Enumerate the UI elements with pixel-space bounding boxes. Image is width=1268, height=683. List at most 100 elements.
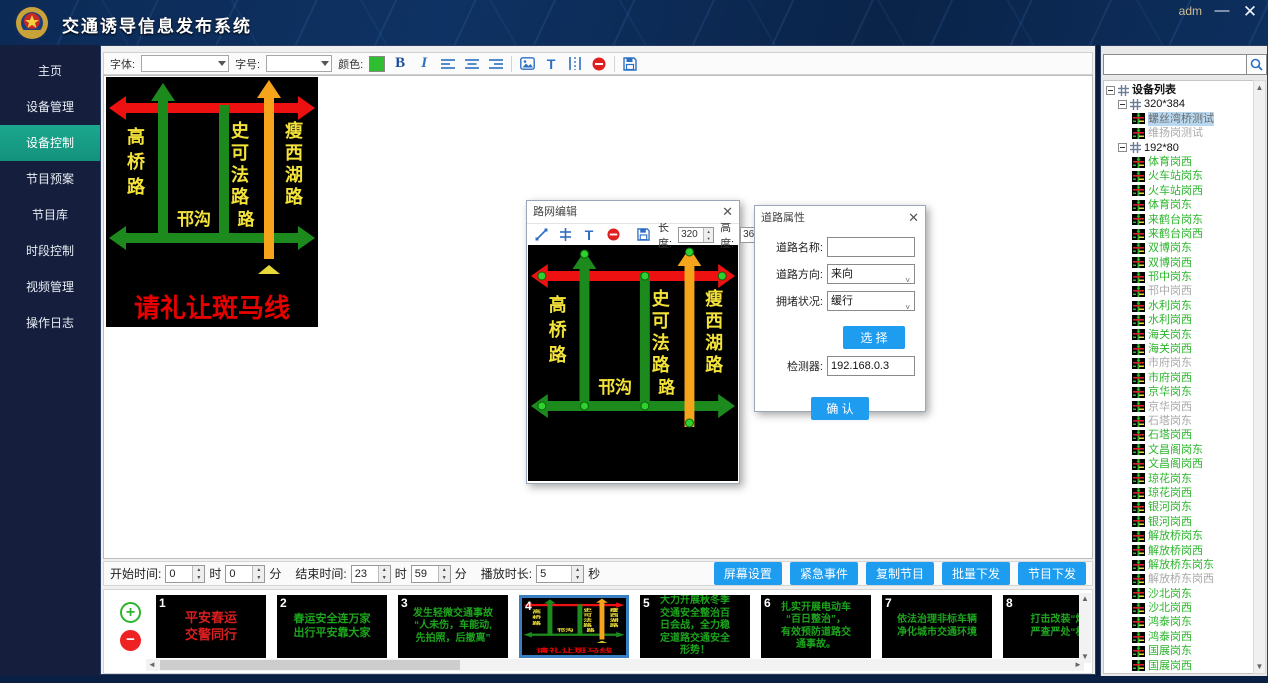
tree-group-label[interactable]: 192*80 [1144,141,1179,155]
align-center-icon[interactable] [463,55,481,73]
action-button[interactable]: 复制节目 [866,562,934,585]
size-select[interactable] [266,55,332,72]
sidebar-item-3[interactable]: 设备控制 [0,125,100,161]
playlist-thumbnail-5[interactable]: 5大力开展秋冬季交通安全整治百日会战，全力稳定道路交通安全形势！ [640,595,750,658]
tree-device-item[interactable]: 维扬岗测试 [1148,126,1203,140]
end-hour-stepper[interactable]: 23▲▼ [351,565,391,583]
action-button[interactable]: 节目下发 [1018,562,1086,585]
tree-device-item[interactable]: 京华岗东 [1148,385,1192,399]
tree-device-item[interactable]: 琼花岗西 [1148,486,1192,500]
tree-device-item[interactable]: 来鹤台岗东 [1148,213,1203,227]
tree-device-item[interactable]: 体育岗东 [1148,198,1192,212]
road-tool-icon[interactable] [556,226,574,244]
collapse-icon[interactable] [1106,86,1115,95]
tree-device-item[interactable]: 体育岗西 [1148,155,1192,169]
tree-device-item[interactable]: 火车站岗东 [1148,169,1203,183]
action-button[interactable]: 批量下发 [942,562,1010,585]
sidebar-item-4[interactable]: 节目预案 [0,161,100,197]
tree-device-item[interactable]: 双博岗东 [1148,241,1192,255]
tree-device-item[interactable]: 水利岗西 [1148,313,1192,327]
bold-button[interactable]: B [391,55,409,73]
sidebar-item-7[interactable]: 视频管理 [0,269,100,305]
tree-device-item[interactable]: 国展岗东 [1148,644,1192,658]
text-tool-icon[interactable]: T [542,55,560,73]
playlist-thumbnail-1[interactable]: 1平安春运交警同行 [156,595,266,658]
tree-device-item[interactable]: 沙北岗西 [1148,601,1192,615]
save-icon[interactable] [621,55,639,73]
save-icon[interactable] [634,226,652,244]
sidebar-item-8[interactable]: 操作日志 [0,305,100,341]
playlist-thumbnail-3[interactable]: 3发生轻微交通事故“人未伤，车能动,先拍照，后撤离” [398,595,508,658]
tree-device-item[interactable]: 京华岗西 [1148,400,1192,414]
tree-device-item[interactable]: 鸿泰岗西 [1148,630,1192,644]
length-stepper[interactable]: 320▲▼ [678,227,714,243]
tree-device-item[interactable]: 海关岗东 [1148,328,1192,342]
tree-device-item[interactable]: 海关岗西 [1148,342,1192,356]
remove-program-button[interactable]: − [120,630,141,651]
tree-device-item[interactable]: 鸿泰岗东 [1148,615,1192,629]
sidebar-item-1[interactable]: 主页 [0,53,100,89]
road-name-input[interactable] [827,237,915,257]
tree-device-item[interactable]: 银河岗东 [1148,500,1192,514]
playlist-horizontal-scrollbar[interactable]: ◄ ► [146,659,1084,671]
tree-device-item[interactable]: 琼花岗东 [1148,472,1192,486]
tree-scrollbar[interactable]: ▲ ▼ [1253,80,1266,674]
image-icon[interactable] [518,55,536,73]
action-button[interactable]: 紧急事件 [790,562,858,585]
tree-device-item[interactable]: 银河岗西 [1148,515,1192,529]
tree-device-item[interactable]: 石塔岗东 [1148,414,1192,428]
align-left-icon[interactable] [439,55,457,73]
user-label[interactable]: adm [1179,4,1202,18]
tree-device-item[interactable]: 文昌阁岗东 [1148,443,1203,457]
tree-device-item[interactable]: 文昌阁岗西 [1148,457,1203,471]
line-tool-icon[interactable] [532,226,550,244]
end-min-stepper[interactable]: 59▲▼ [411,565,451,583]
tree-device-item[interactable]: 双博岗西 [1148,256,1192,270]
tree-device-item[interactable]: 水利岗东 [1148,299,1192,313]
start-hour-stepper[interactable]: 0▲▼ [165,565,205,583]
confirm-button[interactable]: 确 认 [811,397,869,420]
tree-device-item[interactable]: 螺丝湾桥测试 [1148,112,1214,126]
tree-device-item[interactable]: 邗中岗东 [1148,270,1192,284]
road-network-icon[interactable] [566,55,584,73]
led-screen-preview[interactable]: 高桥路史可法路瘦西湖路邗沟路请礼让斑马线 [106,77,318,327]
minimize-icon[interactable]: — [1212,2,1232,19]
close-icon[interactable]: ✕ [1240,2,1260,22]
stop-icon[interactable] [590,55,608,73]
add-program-button[interactable]: + [120,602,141,623]
color-swatch[interactable] [369,56,385,72]
collapse-icon[interactable] [1118,143,1127,152]
tree-device-item[interactable]: 石塔岗西 [1148,428,1192,442]
playlist-thumbnail-4[interactable]: 4高桥路史可法路瘦西湖路邗沟路请礼让斑马线 [519,595,629,658]
sidebar-item-5[interactable]: 节目库 [0,197,100,233]
search-icon[interactable] [1247,54,1267,75]
sidebar-item-2[interactable]: 设备管理 [0,89,100,125]
font-select[interactable] [141,55,229,72]
tree-device-item[interactable]: 解放桥岗东 [1148,529,1203,543]
congestion-select[interactable]: 缓行˅ [827,291,915,311]
tree-device-item[interactable]: 火车站岗西 [1148,184,1203,198]
action-button[interactable]: 屏幕设置 [714,562,782,585]
device-search-input[interactable] [1103,54,1247,75]
tree-device-item[interactable]: 解放桥岗西 [1148,544,1203,558]
detector-input[interactable]: 192.168.0.3 [827,356,915,376]
align-right-icon[interactable] [487,55,505,73]
duration-stepper[interactable]: 5▲▼ [536,565,584,583]
italic-button[interactable]: I [415,55,433,73]
tree-device-item[interactable]: 国展岗西 [1148,659,1192,673]
road-direction-select[interactable]: 来向˅ [827,264,915,284]
tree-device-item[interactable]: 解放桥东岗东 [1148,558,1214,572]
tree-device-item[interactable]: 来鹤台岗西 [1148,227,1203,241]
road-editor-canvas[interactable]: 高桥路史可法路瘦西湖路邗沟路 [528,245,738,481]
playlist-thumbnail-7[interactable]: 7依法治理非标车辆净化城市交通环境 [882,595,992,658]
playlist-thumbnail-6[interactable]: 6扎实开展电动车“百日整治”，有效预防道路交通事故。 [761,595,871,658]
playlist-thumbnail-8[interactable]: 8打击改装“炸严查严处“机 [1003,595,1084,658]
tree-device-item[interactable]: 沙北岗东 [1148,587,1192,601]
sidebar-item-6[interactable]: 时段控制 [0,233,100,269]
collapse-icon[interactable] [1118,100,1127,109]
tree-group-label[interactable]: 320*384 [1144,97,1185,111]
tree-root-label[interactable]: 设备列表 [1132,83,1176,97]
playlist-thumbnail-2[interactable]: 2春运安全连万家出行平安靠大家 [277,595,387,658]
select-button[interactable]: 选 择 [843,326,905,349]
playlist-vertical-scrollbar[interactable]: ▲ ▼ [1079,593,1091,663]
